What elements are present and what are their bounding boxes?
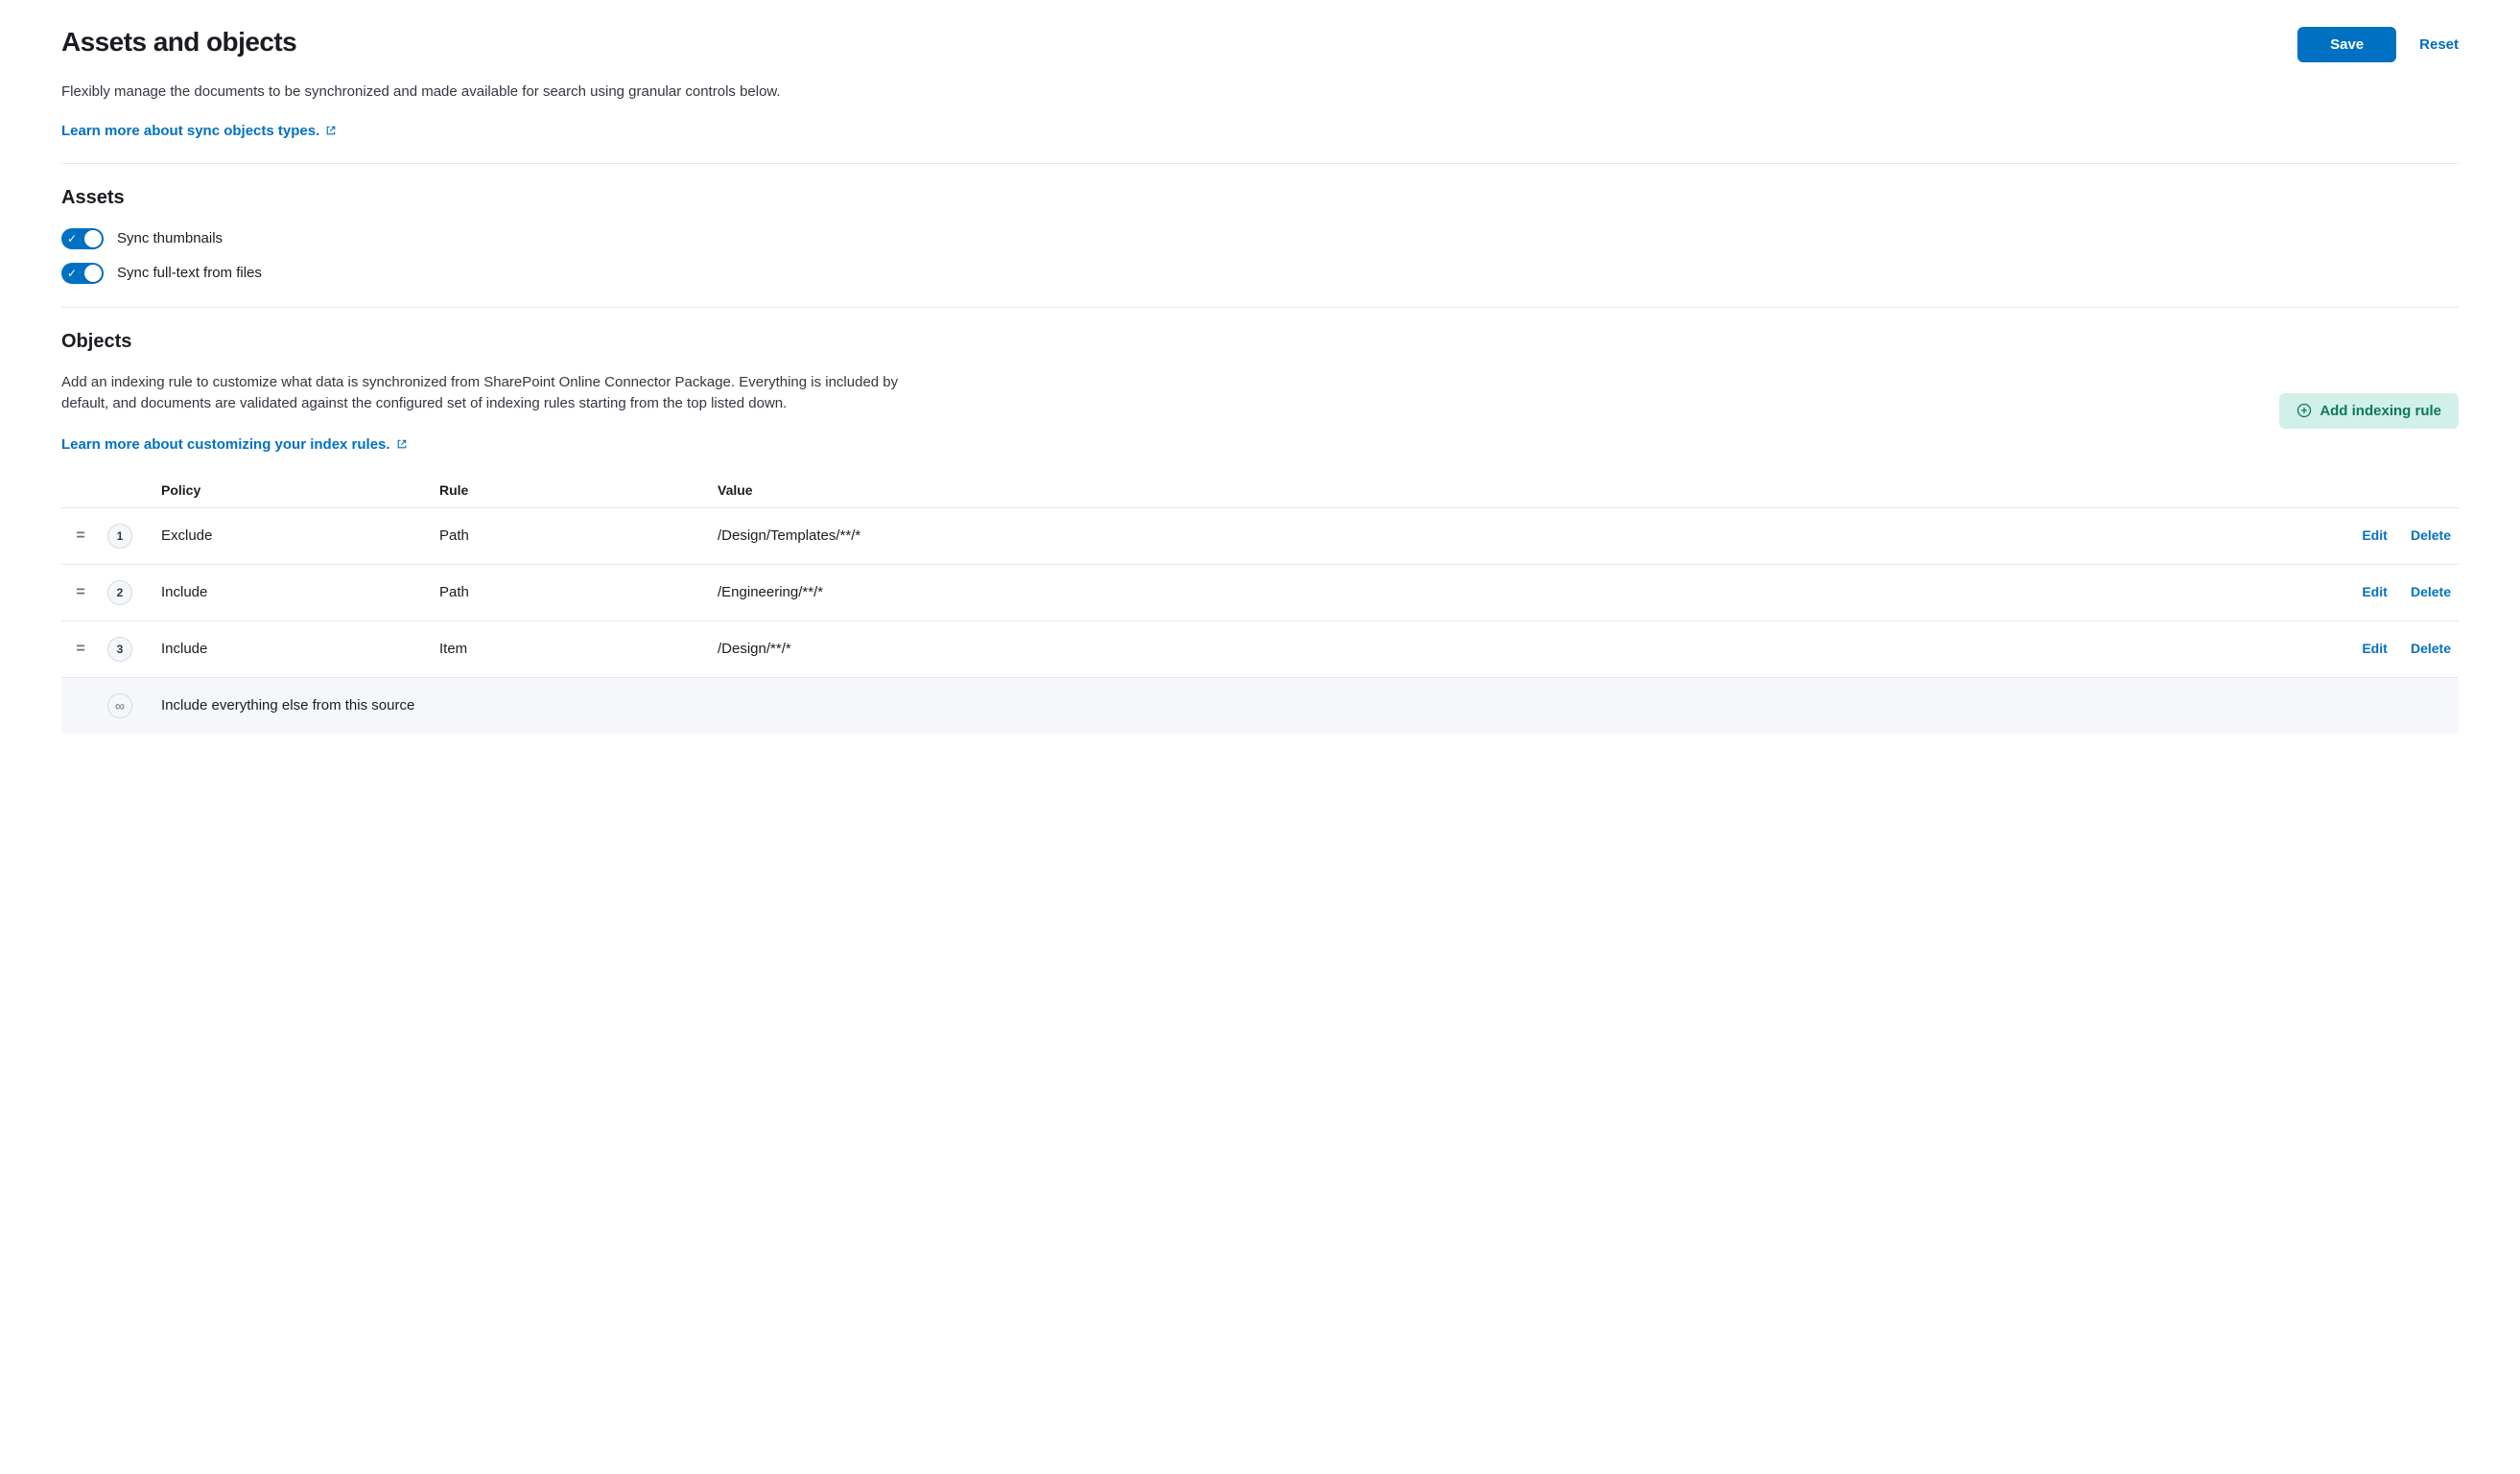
table-footer-row: ∞ Include everything else from this sour… — [61, 677, 2459, 734]
indexing-rules-table: Policy Rule Value = 1 Exclude Path /Desi… — [61, 473, 2459, 734]
column-value: Value — [710, 473, 2324, 508]
toggle-knob — [84, 230, 102, 247]
external-link-icon — [396, 438, 408, 450]
cell-rule: Path — [432, 507, 710, 564]
learn-more-index-rules-link[interactable]: Learn more about customizing your index … — [61, 436, 408, 453]
divider — [61, 163, 2459, 164]
check-icon: ✓ — [67, 268, 77, 279]
cell-rule: Path — [432, 564, 710, 620]
table-row: = 1 Exclude Path /Design/Templates/**/* … — [61, 507, 2459, 564]
column-rule: Rule — [432, 473, 710, 508]
cell-policy: Include — [153, 564, 432, 620]
cell-policy: Include — [153, 620, 432, 677]
drag-handle-icon[interactable]: = — [76, 641, 84, 657]
delete-button[interactable]: Delete — [2411, 527, 2451, 543]
add-button-label: Add indexing rule — [2320, 403, 2441, 419]
order-badge: 1 — [107, 524, 132, 549]
edit-button[interactable]: Edit — [2362, 584, 2387, 599]
page-description: Flexibly manage the documents to be sync… — [61, 82, 2459, 104]
edit-button[interactable]: Edit — [2362, 527, 2387, 543]
cell-value: /Design/**/* — [710, 620, 2324, 677]
learn-more-sync-types-link[interactable]: Learn more about sync objects types. — [61, 123, 337, 139]
edit-button[interactable]: Edit — [2362, 641, 2387, 656]
drag-handle-icon[interactable]: = — [76, 584, 84, 600]
column-policy: Policy — [153, 473, 432, 508]
assets-heading: Assets — [61, 187, 2459, 209]
save-button[interactable]: Save — [2297, 27, 2396, 62]
plus-circle-icon — [2296, 403, 2312, 418]
toggle-label: Sync full-text from files — [117, 265, 262, 281]
toggle-row-sync-thumbnails: ✓ Sync thumbnails — [61, 228, 2459, 249]
divider — [61, 307, 2459, 308]
table-row: = 2 Include Path /Engineering/**/* Edit … — [61, 564, 2459, 620]
toggle-sync-thumbnails[interactable]: ✓ — [61, 228, 104, 249]
learn-more-label: Learn more about customizing your index … — [61, 436, 390, 453]
toggle-row-sync-fulltext: ✓ Sync full-text from files — [61, 263, 2459, 284]
infinity-icon: ∞ — [107, 693, 132, 718]
header-actions: Save Reset — [2297, 27, 2459, 62]
delete-button[interactable]: Delete — [2411, 641, 2451, 656]
cell-value: /Engineering/**/* — [710, 564, 2324, 620]
check-icon: ✓ — [67, 233, 77, 245]
add-indexing-rule-button[interactable]: Add indexing rule — [2279, 393, 2459, 429]
toggle-sync-fulltext[interactable]: ✓ — [61, 263, 104, 284]
table-row: = 3 Include Item /Design/**/* Edit Delet… — [61, 620, 2459, 677]
reset-button[interactable]: Reset — [2419, 36, 2459, 53]
cell-policy: Exclude — [153, 507, 432, 564]
objects-description: Add an indexing rule to customize what d… — [61, 372, 906, 415]
delete-button[interactable]: Delete — [2411, 584, 2451, 599]
order-badge: 2 — [107, 580, 132, 605]
toggle-label: Sync thumbnails — [117, 230, 223, 246]
cell-rule: Item — [432, 620, 710, 677]
external-link-icon — [325, 125, 337, 136]
drag-handle-icon[interactable]: = — [76, 527, 84, 544]
learn-more-label: Learn more about sync objects types. — [61, 123, 319, 139]
footer-label: Include everything else from this source — [153, 677, 2459, 734]
objects-heading: Objects — [61, 331, 2459, 353]
cell-value: /Design/Templates/**/* — [710, 507, 2324, 564]
page-title: Assets and objects — [61, 27, 296, 58]
order-badge: 3 — [107, 637, 132, 662]
toggle-knob — [84, 265, 102, 282]
